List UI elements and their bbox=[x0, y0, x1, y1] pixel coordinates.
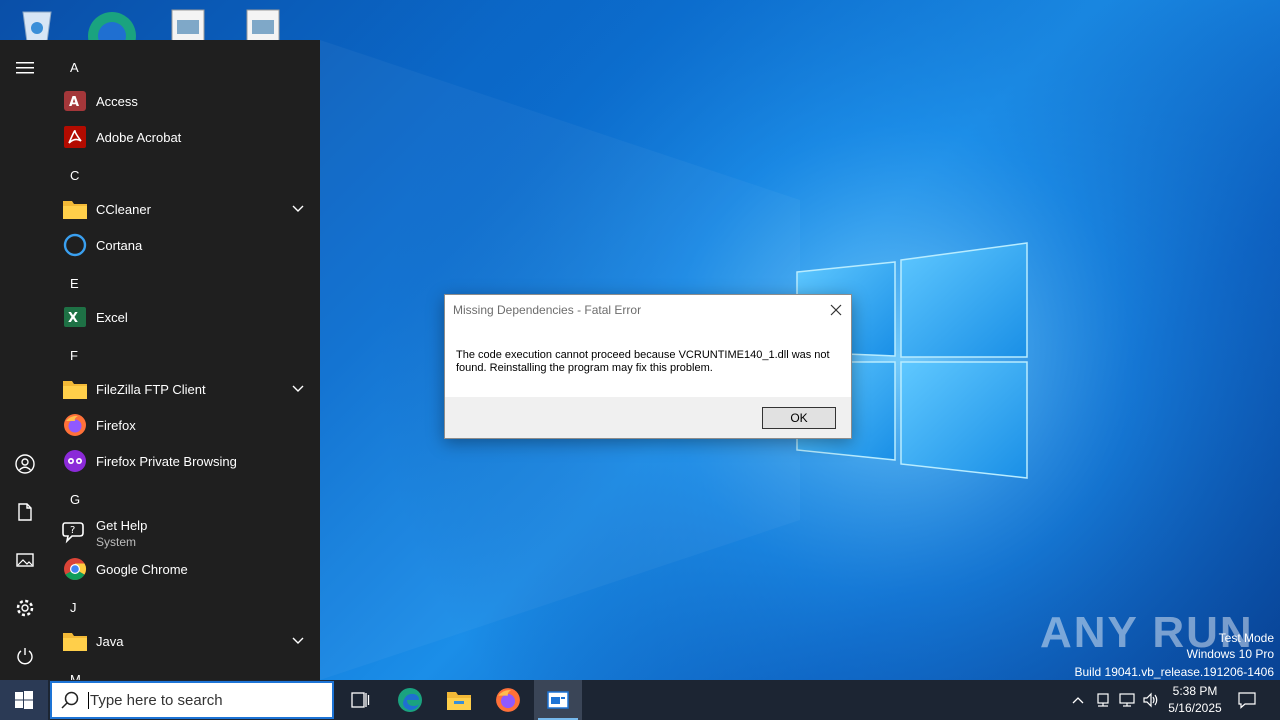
firefox-icon bbox=[496, 688, 520, 712]
start-menu: A A Access Adobe Acrobat C CCleaner Cort… bbox=[0, 40, 320, 680]
app-label: Firefox bbox=[96, 417, 136, 433]
action-center-button[interactable] bbox=[1236, 688, 1258, 712]
group-header-j[interactable]: J bbox=[70, 600, 110, 620]
chevron-up-icon bbox=[1072, 697, 1084, 704]
taskbar-clock[interactable]: 5:38 PM 5/16/2025 bbox=[1164, 683, 1226, 717]
folder-icon bbox=[62, 628, 88, 654]
error-dialog: Missing Dependencies - Fatal Error The c… bbox=[444, 294, 852, 439]
app-list: A A Access Adobe Acrobat C CCleaner Cort… bbox=[50, 40, 320, 680]
chevron-down-icon[interactable] bbox=[290, 633, 306, 649]
network-drive-tray-icon[interactable] bbox=[1092, 688, 1114, 712]
app-firefox[interactable]: Firefox bbox=[60, 407, 312, 443]
watermark-test-mode: Test Mode bbox=[1218, 631, 1274, 645]
app-label: Access bbox=[96, 93, 138, 109]
app-label: Google Chrome bbox=[96, 561, 188, 577]
edge-desktop-icon[interactable] bbox=[88, 6, 136, 60]
ok-button[interactable]: OK bbox=[762, 407, 836, 429]
get-help-icon: ? bbox=[62, 520, 88, 546]
app-label: Cortana bbox=[96, 237, 143, 253]
app-filezilla[interactable]: FileZilla FTP Client bbox=[60, 371, 312, 407]
document-desktop-icon[interactable] bbox=[168, 6, 208, 43]
edge-icon bbox=[398, 688, 422, 712]
task-view-icon bbox=[351, 692, 370, 708]
folder-icon bbox=[62, 376, 88, 402]
power-icon[interactable] bbox=[8, 639, 42, 673]
dialog-title: Missing Dependencies - Fatal Error bbox=[453, 303, 642, 317]
file-explorer-icon bbox=[447, 692, 471, 710]
app-label: FileZilla FTP Client bbox=[96, 381, 206, 397]
app-window-icon bbox=[547, 691, 569, 709]
start-button[interactable] bbox=[0, 680, 48, 720]
show-hidden-icons-button[interactable] bbox=[1067, 688, 1089, 712]
app-label: Adobe Acrobat bbox=[96, 129, 182, 145]
windows-logo-icon bbox=[15, 691, 33, 709]
document-desktop-icon[interactable] bbox=[243, 6, 283, 43]
network-drive-icon bbox=[1097, 693, 1109, 707]
search-icon bbox=[61, 691, 79, 709]
taskbar-active-app-button[interactable] bbox=[534, 680, 582, 720]
excel-icon: X bbox=[62, 304, 88, 330]
taskbar-search-box[interactable]: Type here to search bbox=[50, 681, 334, 719]
group-header-c[interactable]: C bbox=[70, 168, 110, 188]
app-ccleaner[interactable]: CCleaner bbox=[60, 191, 312, 227]
taskbar-file-explorer-button[interactable] bbox=[435, 680, 483, 720]
firefox-icon bbox=[62, 412, 88, 438]
user-icon[interactable] bbox=[8, 447, 42, 481]
app-adobe-acrobat[interactable]: Adobe Acrobat bbox=[60, 119, 312, 155]
svg-text:A: A bbox=[69, 95, 79, 110]
network-tray-icon[interactable] bbox=[1116, 688, 1138, 712]
svg-text:X: X bbox=[68, 311, 78, 326]
task-view-button[interactable] bbox=[336, 680, 384, 720]
folder-icon bbox=[62, 196, 88, 222]
taskbar-edge-button[interactable] bbox=[386, 680, 434, 720]
app-get-help[interactable]: ? Get Help System bbox=[60, 515, 312, 551]
volume-icon bbox=[1143, 692, 1158, 708]
close-icon[interactable] bbox=[827, 301, 845, 319]
clock-date: 5/16/2025 bbox=[1168, 701, 1222, 715]
cortana-icon bbox=[62, 232, 88, 258]
clock-time: 5:38 PM bbox=[1172, 684, 1218, 698]
firefox-private-icon bbox=[62, 448, 88, 474]
app-label: Java bbox=[96, 633, 124, 649]
hamburger-menu-icon[interactable] bbox=[8, 51, 42, 85]
documents-icon[interactable] bbox=[8, 495, 42, 529]
notifications-icon bbox=[1238, 692, 1256, 709]
app-google-chrome[interactable]: Google Chrome bbox=[60, 551, 312, 587]
taskbar: Type here to search 5:38 PM 5/16/2025 bbox=[0, 680, 1280, 720]
app-label: Excel bbox=[96, 309, 128, 325]
pictures-icon[interactable] bbox=[8, 543, 42, 577]
group-header-m[interactable]: M bbox=[70, 672, 110, 680]
group-header-a[interactable]: A bbox=[70, 60, 110, 80]
app-text: Get Help System bbox=[96, 518, 147, 549]
app-access[interactable]: A Access bbox=[60, 83, 312, 119]
taskbar-firefox-button[interactable] bbox=[484, 680, 532, 720]
app-label: Get Help bbox=[96, 517, 148, 533]
app-firefox-private[interactable]: Firefox Private Browsing bbox=[60, 443, 312, 479]
dialog-footer: OK bbox=[445, 397, 851, 438]
search-input[interactable]: Type here to search bbox=[88, 691, 223, 709]
app-java[interactable]: Java bbox=[60, 623, 312, 659]
app-label: CCleaner bbox=[96, 201, 151, 217]
acrobat-icon bbox=[62, 124, 88, 150]
dialog-message: The code execution cannot proceed becaus… bbox=[456, 349, 830, 374]
group-header-f[interactable]: F bbox=[70, 348, 110, 368]
group-header-e[interactable]: E bbox=[70, 276, 110, 296]
chevron-down-icon[interactable] bbox=[290, 201, 306, 217]
app-sublabel: System bbox=[96, 534, 137, 549]
network-icon bbox=[1119, 693, 1135, 707]
chevron-down-icon[interactable] bbox=[290, 381, 306, 397]
access-icon: A bbox=[62, 88, 88, 114]
settings-icon[interactable] bbox=[8, 591, 42, 625]
app-excel[interactable]: X Excel bbox=[60, 299, 312, 335]
watermark-build: Build 19041.vb_release.191206-1406 bbox=[1074, 665, 1275, 679]
watermark-edition: Windows 10 Pro bbox=[1186, 647, 1274, 661]
recycle-bin-icon[interactable] bbox=[17, 6, 57, 43]
start-rail bbox=[0, 40, 50, 680]
chrome-icon bbox=[62, 556, 88, 582]
group-header-g[interactable]: G bbox=[70, 492, 110, 512]
svg-text:?: ? bbox=[70, 525, 75, 536]
app-label: Firefox Private Browsing bbox=[96, 453, 237, 469]
app-cortana[interactable]: Cortana bbox=[60, 227, 312, 263]
volume-tray-icon[interactable] bbox=[1140, 688, 1162, 712]
